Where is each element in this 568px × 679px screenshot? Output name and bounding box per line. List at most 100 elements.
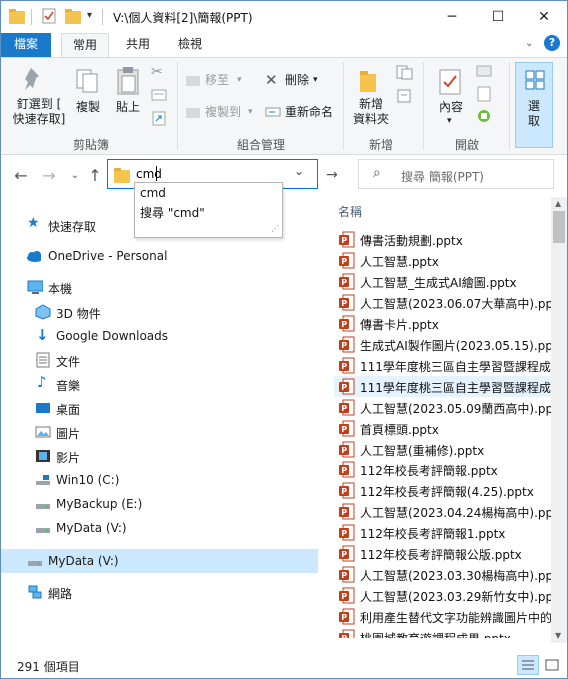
file-row[interactable]: P 桃園城教育遊課程成果.pptx [334,627,552,639]
large-icons-view-button[interactable] [541,655,563,675]
copy-to-button[interactable]: 複製到 ▾ [185,104,265,122]
scroll-down-icon[interactable]: ▼ [555,631,561,640]
tab-file[interactable]: 檔案 [1,33,51,57]
search-input[interactable]: 搜尋 簡報(PPT) [401,168,484,185]
file-row[interactable]: P 人工智慧(2023.03.29新竹女中).pptx [334,585,552,606]
file-row[interactable]: P 112年校長考評簡報公版.pptx [334,543,552,564]
powerpoint-file-icon: P [339,503,355,520]
explorer-window: ▾ V:\個人資料[2]\簡報(PPT) ─ ☐ ✕ 檔案 常用 共用 檢視 ⌄… [0,0,568,679]
up-button[interactable]: ↑ [85,165,105,185]
document-icon [36,352,50,368]
chevron-down-icon[interactable]: ⌄ [294,164,304,178]
column-header-name[interactable]: 名稱 [338,203,362,220]
file-row[interactable]: P 111學年度桃三區自主學習暨課程成果 [334,355,552,376]
nav-label: 影片 [56,451,81,465]
copy-path-icon[interactable] [151,88,169,102]
nav-drive-c[interactable]: Win10 (C:) [1,468,318,492]
minimize-button[interactable]: ─ [429,1,475,33]
copy-button[interactable]: 複製 [71,62,105,132]
details-view-button[interactable] [517,655,539,675]
nav-downloads[interactable]: ↓ Google Downloads [1,324,318,348]
properties-button[interactable]: 內容 ▾ [431,62,471,132]
open-icon[interactable] [475,64,499,80]
nav-3d-objects[interactable]: 3D 物件 [1,300,318,324]
history-icon[interactable] [475,108,499,124]
recent-locations-button[interactable]: ⌄ [65,165,85,185]
file-row[interactable]: P 人工智慧(2023.03.30楊梅高中).pptx [334,564,552,585]
tab-view[interactable]: 檢視 [167,33,213,57]
nav-drive-e[interactable]: MyBackup (E:) [1,492,318,516]
nav-videos[interactable]: 影片 [1,444,318,468]
new-item-icon[interactable] [395,64,419,82]
navigation-pane: ★ 快速存取 OneDrive - Personal 本機 3D 物件 ↓ Go… [1,201,318,649]
move-to-button[interactable]: 移至 ▾ [185,72,265,90]
paste-button[interactable]: 貼上 [111,62,145,132]
paste-shortcut-icon[interactable] [151,110,169,128]
file-row[interactable]: P 人工智慧_生成式AI繪圖.pptx [334,271,552,292]
autocomplete-search-item[interactable]: 搜尋 "cmd" [140,204,205,221]
nav-network[interactable]: 網路 [1,580,318,604]
nav-this-pc[interactable]: 本機 [1,275,318,299]
chevron-down-icon[interactable]: ⌄ [525,38,533,49]
scroll-up-icon[interactable]: ▲ [555,199,561,208]
customize-toolbar-icon[interactable]: ▾ [87,10,92,21]
nav-desktop[interactable]: 桌面 [1,396,318,420]
scrollbar-thumb[interactable] [553,211,565,243]
delete-button[interactable]: ✕ 刪除 ▾ [265,71,335,90]
svg-text:P: P [341,592,347,601]
svg-text:P: P [341,487,347,496]
nav-pictures[interactable]: 圖片 [1,420,318,444]
nav-drive-v[interactable]: MyData (V:) [1,516,318,540]
forward-button[interactable]: → [39,165,59,185]
back-button[interactable]: ← [11,165,31,185]
cut-icon[interactable]: ✂ [151,64,169,82]
resize-grip-icon[interactable]: ⋰ [271,224,279,233]
powerpoint-file-icon: P [339,273,355,290]
new-folder-label: 新增 資料夾 [352,97,389,126]
pin-quick-access-button[interactable]: 釘選到 [ 快速存取] [9,62,65,132]
close-button[interactable]: ✕ [521,1,567,33]
search-box[interactable]: ⌕ 搜尋 簡報(PPT) [358,159,554,189]
properties-icon[interactable] [41,8,57,24]
tab-share[interactable]: 共用 [115,33,161,57]
autocomplete-item[interactable]: cmd [140,186,166,200]
file-row[interactable]: P 生成式AI製作圖片(2023.05.15).pptx [334,334,552,355]
file-row[interactable]: P 112年校長考評簡報.pptx [334,459,552,480]
edit-icon[interactable] [475,86,499,102]
new-folder-icon[interactable] [65,8,81,24]
address-input[interactable]: cmd [136,167,162,181]
file-row[interactable]: P 112年校長考評簡報(4.25).pptx [334,480,552,501]
file-row[interactable]: P 人工智慧(2023.04.24楊梅高中).pptx [334,501,552,522]
nav-drive-v-root[interactable]: MyData (V:) [1,549,318,573]
nav-music[interactable]: ♪ 音樂 [1,372,318,396]
file-row[interactable]: P 人工智慧(2023.05.09蘭西高中).pptx [334,397,552,418]
file-name: 112年校長考評簡報公版.pptx [360,548,522,563]
file-name: 首頁標頭.pptx [360,422,439,437]
autocomplete-dropdown: cmd 搜尋 "cmd" ⋰ [134,182,283,238]
file-name: 人工智慧_生成式AI繪圖.pptx [360,275,517,290]
file-name: 112年校長考評簡報.pptx [360,464,498,479]
music-icon: ♪ [37,373,47,391]
file-row[interactable]: P 傳書活動規劃.pptx [334,229,552,250]
nav-onedrive[interactable]: OneDrive - Personal [1,244,318,268]
rename-button[interactable]: 重新命名 [265,104,345,122]
file-row[interactable]: P 人工智慧.pptx [334,250,552,271]
tab-home[interactable]: 常用 [61,33,109,57]
new-folder-button[interactable]: 新增 資料夾 [351,62,391,132]
file-row[interactable]: P 112年校長考評簡報1.pptx [334,522,552,543]
easy-access-icon[interactable] [395,88,419,106]
file-row[interactable]: P 利用產生替代文字功能辨識圖片中的 [334,606,552,627]
desktop-icon [36,403,50,413]
select-button[interactable]: 選 取 [515,62,553,148]
vertical-scrollbar[interactable]: ▲ ▼ [551,197,567,643]
nav-documents[interactable]: 文件 [1,348,318,372]
file-row[interactable]: P 111學年度桃三區自主學習暨課程成果 [334,375,552,397]
file-row[interactable]: P 人工智慧(2023.06.07大華高中).pptx [334,292,552,313]
file-row[interactable]: P 傳書卡片.pptx [334,313,552,334]
go-button[interactable]: → [322,165,342,185]
maximize-button[interactable]: ☐ [475,1,521,33]
nav-label: Google Downloads [56,329,169,343]
help-icon[interactable]: ? [544,35,560,51]
file-row[interactable]: P 人工智慧(重補修).pptx [334,439,552,460]
file-row[interactable]: P 首頁標頭.pptx [334,418,552,439]
